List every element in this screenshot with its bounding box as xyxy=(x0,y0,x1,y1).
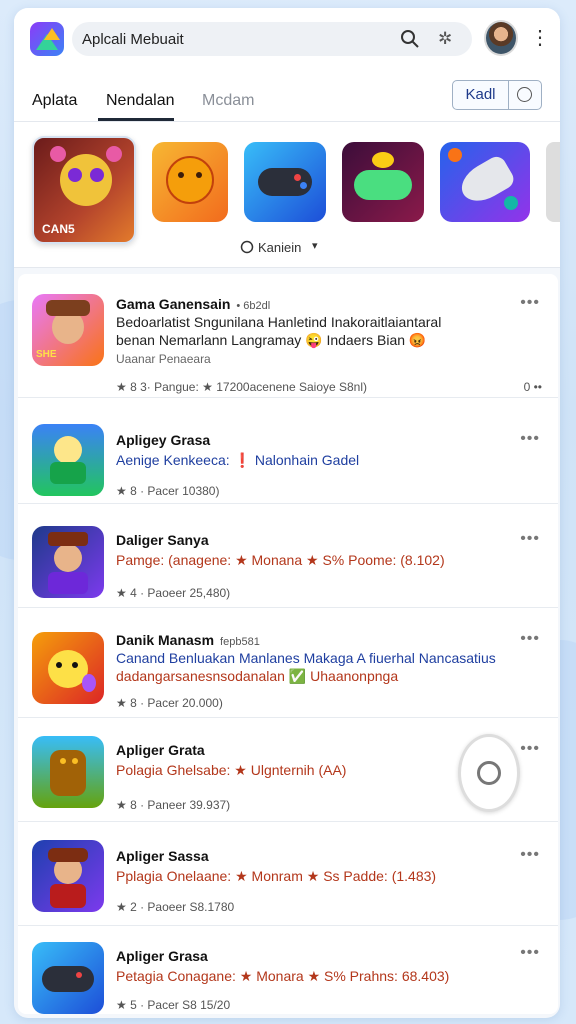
search-icon[interactable] xyxy=(400,29,420,49)
tab-mcdam[interactable]: Mcdam xyxy=(202,92,254,110)
chevron-down-icon[interactable]: ▾ xyxy=(312,239,318,252)
app-list: SHE Gama Ganensain • 6b2dl Bedoarlatist S… xyxy=(18,274,558,1014)
list-item-desc: Petagia Conagane: ★ Monara ★ S% Prahns: … xyxy=(116,968,450,984)
wizard-icon xyxy=(32,526,104,598)
list-item-trail[interactable]: 0 •• xyxy=(524,380,542,394)
list-item-desc: Pplagia Onelaane: ★ Monram ★ Ss Padde: (… xyxy=(116,868,437,884)
featured-carousel: CAN5 Kaniein ▾ xyxy=(14,122,560,268)
list-item-desc: Pamge: (anagene: ★ Monana ★ S% Poome: (8… xyxy=(116,552,445,568)
featured-game-tile[interactable]: CAN5 xyxy=(32,136,136,244)
list-item-title: Gama Ganensain • 6b2dl xyxy=(116,296,271,312)
game-tile-green-pad[interactable] xyxy=(342,142,424,222)
comment-icon xyxy=(240,240,254,254)
list-item-title: Danik Manasm fepb581 xyxy=(116,632,260,648)
voice-search-icon[interactable]: ✲ xyxy=(438,29,460,49)
list-item-desc: Canand Benluakan Manlanes Makaga A fiuer… xyxy=(116,650,496,666)
list-item-desc-2: benan Nemarlann Langramay 😜 Indaers Bian… xyxy=(116,332,427,348)
active-tab-indicator xyxy=(98,118,174,121)
app-window: Aplcali Mebuait ✲ ⋮ Aplata Nendalan Mcda… xyxy=(14,8,560,1018)
list-item-sub: Uaanar Penaeara xyxy=(116,352,211,366)
tab-aplata[interactable]: Aplata xyxy=(32,92,77,110)
list-item-title: Apliger Sassa xyxy=(116,848,209,864)
list-item[interactable]: Apliger Sassa Pplagia Onelaane: ★ Monram… xyxy=(18,826,558,926)
list-item-desc-2: dadangarsanesnsodanalan ✅ Uhaanonpnga xyxy=(116,668,399,684)
more-options-icon[interactable]: ⋮ xyxy=(530,24,550,52)
cartoon-runner-icon xyxy=(32,424,104,496)
list-item-meta: ★ 2 · Paoeer S8.1780 xyxy=(116,900,235,914)
list-item-title: Apligey Grasa xyxy=(116,432,211,448)
list-item-title: Apliger Grasa xyxy=(116,948,208,964)
list-item-title: Apliger Grata xyxy=(116,742,205,758)
game-tile-rocket[interactable] xyxy=(440,142,530,222)
more-options-icon[interactable]: ••• xyxy=(520,294,540,312)
list-item[interactable]: Apliger Grasa Petagia Conagane: ★ Monara… xyxy=(18,930,558,1014)
gamepad-icon xyxy=(32,942,104,1014)
top-bar: Aplcali Mebuait ✲ ⋮ xyxy=(14,8,560,70)
list-item-desc: Bedoarlatist Sngunilana Hanletind Inakor… xyxy=(116,314,442,330)
list-item-meta: ★ 5 · Pacer S8 15/20 xyxy=(116,998,231,1012)
more-options-icon[interactable]: ••• xyxy=(520,630,540,648)
golem-icon xyxy=(32,736,104,808)
avatar[interactable] xyxy=(484,20,518,56)
floating-action-button[interactable] xyxy=(458,734,520,812)
list-item-meta: ★ 8 · Pacer 10380) xyxy=(116,484,220,498)
list-item-meta: ★ 8 · Pacer 20.000) xyxy=(116,696,223,710)
list-item-meta: ★ 8 · Paneer 39.937) xyxy=(116,798,231,812)
filter-button[interactable]: Kadl xyxy=(452,80,542,110)
list-item[interactable]: Danik Manasm fepb581 Canand Benluakan Man… xyxy=(18,612,558,718)
list-item-desc: Polagia Ghelsabe: ★ Ulgnternih (AA) xyxy=(116,762,347,778)
tab-nendalan[interactable]: Nendalan xyxy=(106,92,175,110)
search-input[interactable]: Aplcali Mebuait xyxy=(82,31,184,48)
tab-bar: Aplata Nendalan Mcdam Kadl xyxy=(14,70,560,122)
hero-warrior-icon: SHE xyxy=(32,294,104,366)
yellow-creature-icon xyxy=(32,632,104,704)
more-options-icon[interactable]: ••• xyxy=(520,430,540,448)
record-icon xyxy=(477,761,501,785)
list-item-meta: ★ 4 · Paoeer 25,480) xyxy=(116,586,231,600)
list-item[interactable]: Daliger Sanya Pamge: (anagene: ★ Monana … xyxy=(18,508,558,608)
list-item[interactable]: SHE Gama Ganensain • 6b2dl Bedoarlatist S… xyxy=(18,280,558,398)
more-options-icon[interactable]: ••• xyxy=(520,846,540,864)
game-tile-partial[interactable] xyxy=(546,142,560,222)
more-options-icon[interactable]: ••• xyxy=(520,944,540,962)
list-item-meta: ★ 8 3· Pangue: ★ 17200acenene Saioye S8n… xyxy=(116,380,368,394)
list-item-title: Daliger Sanya xyxy=(116,532,209,548)
filter-button-label[interactable]: Kadl xyxy=(453,81,509,109)
game-tile-controller[interactable] xyxy=(244,142,326,222)
list-item[interactable]: Apligey Grasa Aenige Kenkeeca: ❗ Nalonha… xyxy=(18,404,558,504)
featured-label: CAN5 xyxy=(42,222,75,236)
game-tile-fox[interactable] xyxy=(152,142,228,222)
more-options-icon[interactable]: ••• xyxy=(520,740,540,758)
archer-girl-icon xyxy=(32,840,104,912)
app-logo-icon[interactable] xyxy=(30,22,64,56)
carousel-caption[interactable]: Kaniein xyxy=(258,240,301,255)
search-bar[interactable]: Aplcali Mebuait ✲ xyxy=(72,22,472,56)
more-options-icon[interactable]: ••• xyxy=(520,530,540,548)
list-item-desc: Aenige Kenkeeca: ❗ Nalonhain Gadel xyxy=(116,452,360,468)
circle-toggle-icon[interactable] xyxy=(517,87,532,102)
